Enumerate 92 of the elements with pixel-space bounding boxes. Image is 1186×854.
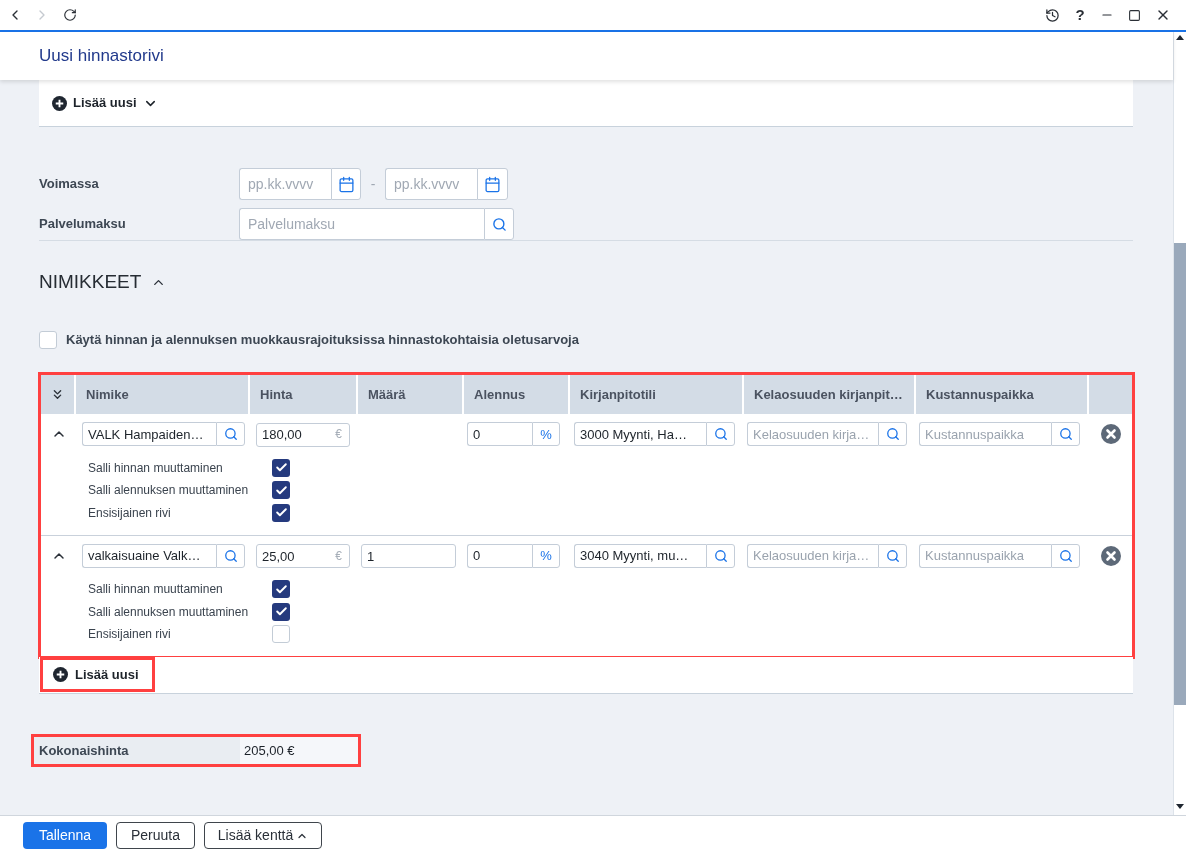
search-button[interactable] [484,208,514,240]
currency-label: € [335,547,342,564]
calendar-button[interactable] [477,168,508,200]
option-label: Ensisijainen rivi [88,504,172,522]
remove-row-button[interactable] [1100,424,1121,445]
column-header: Kelaosuuden kirjanpit… [744,375,916,414]
date-input[interactable]: pp.kk.vvvv [385,168,477,200]
reload-icon[interactable] [63,8,77,22]
option-label: Ensisijainen rivi [88,626,172,643]
discount-input[interactable]: 0 [467,422,532,447]
search-input[interactable]: Palvelumaksu [239,208,484,240]
add-field-button[interactable]: Lisää kenttä [204,822,322,849]
search-icon [713,427,728,442]
currency-label: € [335,426,342,442]
checkbox-label: Käytä hinnan ja alennuksen muokkausrajoituksissa hinnastokohtaisia oletusarvoja [66,331,579,350]
discount-input[interactable]: 0 [467,543,532,568]
add-new-button[interactable]: Lisää uusi [52,93,158,113]
cost-center-input[interactable]: Kustannuspaikka [919,543,1051,568]
option-label: Salli alennuksen muuttaminen [88,482,250,499]
calendar-icon [484,175,501,193]
quantity-input[interactable]: 1 [361,544,456,568]
search-button[interactable] [878,422,907,447]
checkbox[interactable] [272,580,290,598]
search-icon [1058,548,1073,563]
section-title: NIMIKKEET [39,269,142,294]
search-icon [1058,427,1073,442]
history-icon[interactable] [1045,7,1060,23]
field-label: Voimassa [39,175,100,194]
column-header: Alennus [464,375,570,414]
search-icon [223,548,238,563]
close-circle-icon [1100,424,1121,445]
option-label: Salli hinnan muuttaminen [88,459,224,477]
scrollbar-thumb[interactable] [1174,243,1186,705]
search-button[interactable] [216,422,245,447]
account-input[interactable]: 3000 Myynti, Ha… [574,422,706,447]
check-icon [274,582,288,596]
help-button[interactable]: ? [1074,3,1086,27]
field-label: Palvelumaksu [39,215,127,234]
save-button[interactable]: Tallenna [23,822,107,849]
scroll-down-icon[interactable] [1176,804,1184,809]
checkbox[interactable] [272,481,290,499]
check-icon [274,483,288,497]
search-icon [491,216,507,232]
maximize-icon[interactable] [1128,8,1141,22]
search-button[interactable] [706,422,735,447]
checkbox[interactable] [272,458,290,477]
scroll-up-icon[interactable] [1176,35,1184,40]
cost-center-input[interactable]: Kustannuspaikka [919,422,1051,447]
percent-addon: % [532,422,560,447]
search-icon [223,427,238,442]
cancel-button[interactable]: Peruuta [116,822,195,849]
column-header: Hinta [250,375,358,414]
search-icon [885,427,900,442]
search-button[interactable] [706,543,735,568]
plus-circle-icon [53,667,68,682]
check-icon [274,506,288,519]
checkbox[interactable] [272,503,290,522]
item-input[interactable]: valkaisuaine Valk… [82,543,216,568]
total-label: Kokonaishinta [34,737,240,764]
check-icon [274,461,288,474]
scrollbar[interactable] [1173,32,1186,815]
checkbox[interactable] [272,602,290,621]
calendar-button[interactable] [331,168,361,200]
search-button[interactable] [878,543,907,568]
column-header: Nimike [76,375,250,414]
calendar-icon [337,175,355,193]
kela-account-input[interactable]: Kelaosuuden kirja… [747,422,878,447]
column-header: Kirjanpitotili [570,375,744,414]
checkbox[interactable] [39,331,57,349]
item-input[interactable]: VALK Hampaiden… [82,422,216,447]
total-value: 205,00 € [240,737,358,764]
option-label: Salli hinnan muuttaminen [88,581,224,598]
search-button[interactable] [216,543,245,568]
check-icon [274,605,288,618]
search-icon [713,548,728,563]
search-button[interactable] [1051,543,1080,568]
column-header: Kustannuspaikka [916,375,1089,414]
checkbox[interactable] [272,625,290,643]
column-header: Määrä [358,375,464,414]
close-circle-icon [1100,545,1121,566]
search-button[interactable] [1051,422,1080,447]
percent-addon: % [532,543,560,568]
remove-row-button[interactable] [1100,545,1121,566]
add-row-button[interactable]: Lisää uusi [40,657,155,692]
plus-circle-icon [52,95,67,111]
search-icon [885,548,900,563]
kela-account-input[interactable]: Kelaosuuden kirja… [747,543,878,568]
page-title: Uusi hinnastorivi [39,45,164,68]
date-input[interactable]: pp.kk.vvvv [239,168,331,200]
account-input[interactable]: 3040 Myynti, mu… [574,543,706,568]
option-label: Salli alennuksen muuttaminen [88,603,250,621]
range-separator: - [369,174,377,194]
